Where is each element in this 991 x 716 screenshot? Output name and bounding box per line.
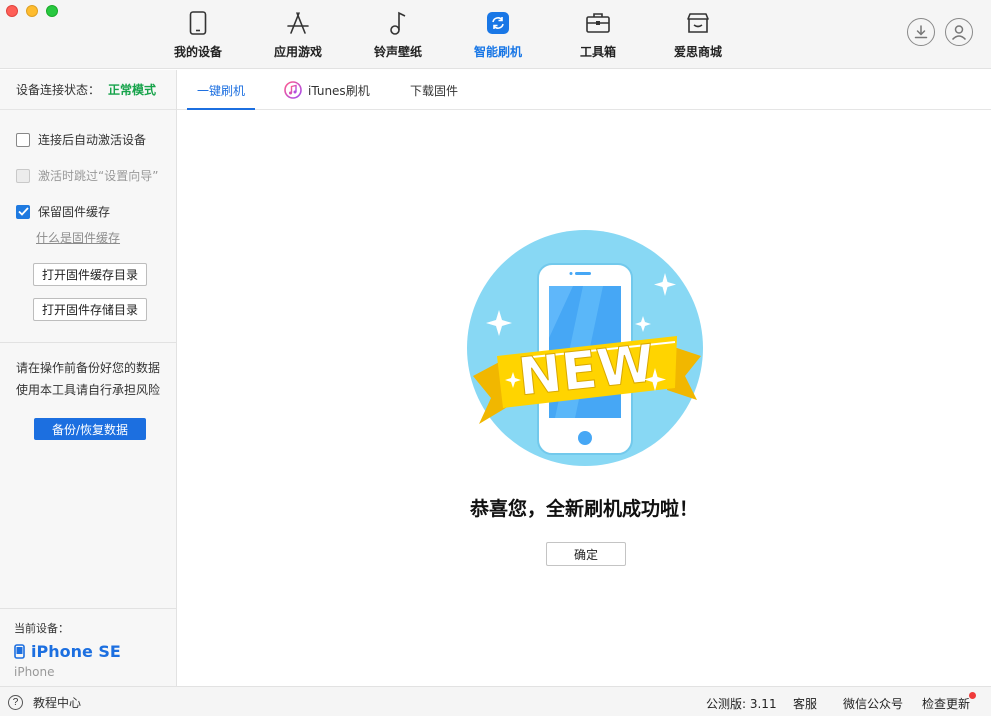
auto-activate-option[interactable]: 连接后自动激活设备 [16, 131, 146, 148]
nav-label: 智能刷机 [473, 45, 522, 59]
current-device-label: 当前设备： [14, 622, 69, 635]
auto-activate-checkbox[interactable] [16, 132, 30, 147]
question-icon: ? [8, 695, 23, 710]
nav-apps-games[interactable]: 应用游戏 [248, 8, 348, 62]
help-center-label: 教程中心 [33, 696, 82, 710]
nav-ringtones-wallpapers[interactable]: 铃声壁纸 [348, 8, 448, 62]
tab-label: 一键刷机 [197, 83, 246, 98]
what-is-cache-link[interactable]: 什么是固件缓存 [36, 229, 120, 246]
flash-tabs: 一键刷机 iTunes刷机 下载固件 [177, 70, 991, 110]
user-icon [951, 25, 967, 41]
download-button[interactable] [907, 18, 935, 46]
option-label: 连接后自动激活设备 [38, 133, 147, 147]
option-label: 激活时跳过“设置向导” [38, 169, 159, 183]
tab-download-firmware[interactable]: 下载固件 [410, 70, 458, 110]
keep-cache-checkbox[interactable] [16, 204, 30, 219]
connection-status: 设备连接状态： 正常模式 [0, 70, 176, 110]
skip-setup-option: 激活时跳过“设置向导” [16, 167, 158, 184]
status-value: 正常模式 [108, 83, 157, 97]
itunes-icon [284, 81, 302, 99]
window-controls [6, 5, 58, 17]
nav-store[interactable]: 爱思商城 [648, 8, 748, 62]
toolbar: 我的设备 应用游戏 铃声壁纸 智能刷机 工具箱 爱思商城 [0, 0, 991, 69]
maximize-window-button[interactable] [46, 5, 58, 17]
check-update-label: 检查更新 [922, 697, 971, 711]
nav-label: 爱思商城 [673, 45, 722, 59]
toolbox-icon [585, 10, 611, 36]
open-cache-dir-button[interactable]: 打开固件缓存目录 [33, 263, 147, 286]
nav-my-device[interactable]: 我的设备 [148, 8, 248, 62]
device-name-row: iPhone SE [14, 642, 121, 661]
version-label: 公测版: 3.11 [706, 697, 777, 711]
download-icon [914, 25, 928, 39]
success-message: 恭喜您，全新刷机成功啦！ [469, 498, 698, 520]
store-icon [685, 10, 711, 36]
device-name: iPhone SE [31, 642, 121, 661]
user-account-button[interactable] [945, 18, 973, 46]
keep-cache-option[interactable]: 保留固件缓存 [16, 203, 110, 220]
tab-one-click-flash[interactable]: 一键刷机 [187, 70, 256, 110]
backup-warning-line2: 使用本工具请自行承担风险 [15, 383, 160, 397]
nav-label: 应用游戏 [273, 45, 322, 59]
divider [0, 608, 176, 609]
main-content: NEW 恭喜您，全新刷机成功啦！ 确定 [177, 110, 991, 686]
divider [0, 342, 176, 343]
checkmark-icon [17, 207, 29, 216]
close-window-button[interactable] [6, 5, 18, 17]
nav-label: 我的设备 [173, 45, 222, 59]
current-device: 当前设备： iPhone SE iPhone [14, 620, 121, 679]
tab-itunes-flash[interactable]: iTunes刷机 [284, 70, 370, 110]
confirm-button[interactable]: 确定 [546, 542, 626, 566]
minimize-window-button[interactable] [26, 5, 38, 17]
sidebar: 设备连接状态： 正常模式 连接后自动激活设备 激活时跳过“设置向导” 保留固件缓… [0, 70, 177, 686]
status-label: 设备连接状态： [16, 83, 101, 97]
backup-warning-line1: 请在操作前备份好您的数据 [15, 361, 160, 375]
appstore-icon [285, 10, 311, 36]
skip-setup-checkbox [16, 168, 30, 183]
status-bar: ? 教程中心 公测版: 3.11 客服 微信公众号 检查更新 [0, 686, 991, 716]
check-update-link[interactable]: 检查更新 [922, 692, 977, 712]
help-center-button[interactable]: ? 教程中心 [8, 694, 81, 711]
phone-icon [185, 10, 211, 36]
phone-icon [14, 644, 25, 659]
tab-label: 下载固件 [410, 83, 459, 98]
refresh-icon [485, 10, 511, 36]
update-badge [969, 692, 977, 699]
option-label: 保留固件缓存 [38, 205, 111, 219]
nav-toolbox[interactable]: 工具箱 [548, 8, 648, 62]
nav-smart-flash[interactable]: 智能刷机 [448, 8, 548, 62]
customer-service-link[interactable]: 客服 [793, 695, 817, 712]
device-type: iPhone [14, 665, 55, 679]
open-storage-dir-button[interactable]: 打开固件存储目录 [33, 298, 147, 321]
tab-label: iTunes刷机 [308, 83, 370, 98]
backup-restore-button[interactable]: 备份/恢复数据 [34, 418, 146, 440]
wechat-link[interactable]: 微信公众号 [843, 695, 903, 712]
new-phone-illustration: NEW [467, 230, 703, 466]
main-nav: 我的设备 应用游戏 铃声壁纸 智能刷机 工具箱 爱思商城 [148, 8, 748, 62]
toolbar-actions [907, 18, 973, 46]
music-note-icon [385, 10, 411, 36]
nav-label: 工具箱 [579, 45, 616, 59]
nav-label: 铃声壁纸 [373, 45, 422, 59]
